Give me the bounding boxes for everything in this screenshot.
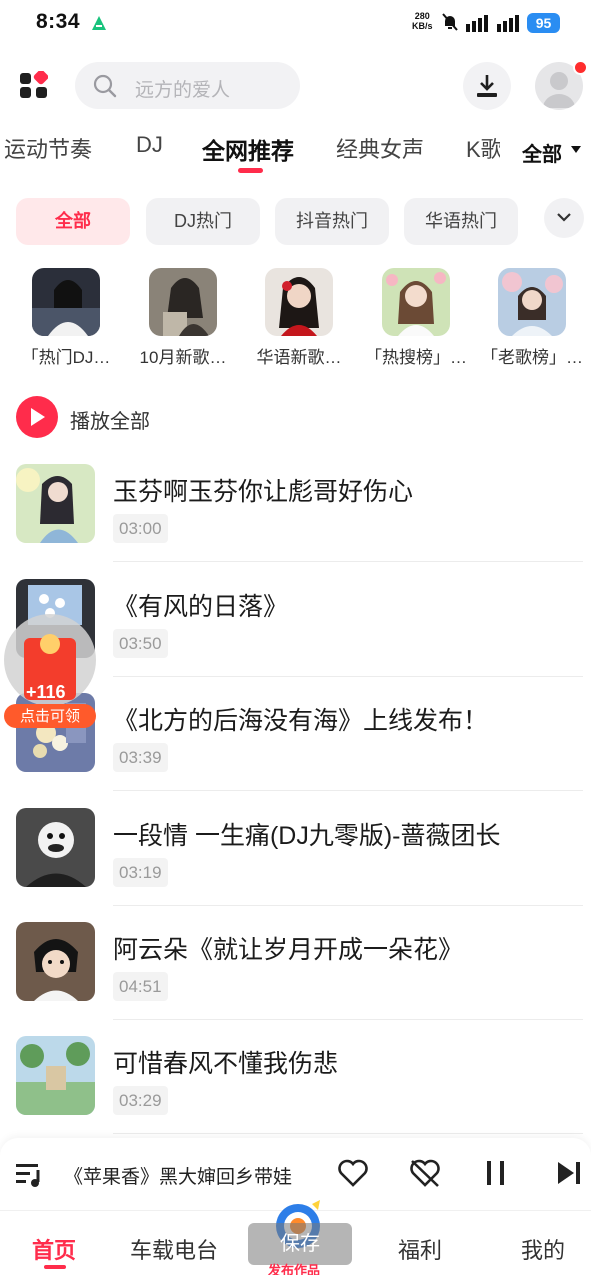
red-packet-claim: 点击可领 <box>19 708 80 725</box>
nav-mine[interactable]: 我的 <box>521 1233 565 1265</box>
chip-douyin-hot[interactable]: 抖音热门 <box>275 198 389 245</box>
playlist-card[interactable]: 「热搜榜」… <box>358 268 474 368</box>
playlist-card[interactable]: 10月新歌… <box>125 268 241 368</box>
song-title: 一段情 一生痛(DJ九零版)-蔷薇团长 <box>113 822 501 850</box>
playlist-name: 「热搜榜」… <box>365 348 467 367</box>
song-title: 阿云朵《就让岁月开成一朵花》 <box>113 936 464 964</box>
nav-welfare[interactable]: 福利 <box>398 1233 442 1265</box>
signal-icon <box>497 15 519 32</box>
pause-icon[interactable] <box>484 1160 508 1186</box>
divider <box>113 790 583 791</box>
playlist-queue-icon[interactable] <box>16 1162 44 1188</box>
mute-bell-icon <box>442 13 458 31</box>
playlist-card[interactable]: 华语新歌… <box>241 268 357 368</box>
search-bar[interactable]: 远方的爱人 <box>75 62 300 109</box>
song-duration: 03:29 <box>113 1086 168 1115</box>
divider <box>113 561 583 562</box>
divider <box>113 1133 583 1134</box>
play-icon <box>31 408 45 426</box>
song-title: 可惜春风不懂我伤悲 <box>113 1050 339 1078</box>
playlist-cover <box>149 268 217 336</box>
notification-dot <box>573 60 588 75</box>
song-cover <box>16 808 95 887</box>
tab-karaoke[interactable]: K歌 <box>466 132 500 164</box>
playlist-name: 10月新歌… <box>139 348 227 367</box>
song-duration: 03:00 <box>113 514 168 543</box>
download-button[interactable] <box>463 62 511 110</box>
network-rate: 280 KB/s <box>412 11 433 31</box>
tab-recommend[interactable]: 全网推荐 <box>202 132 294 166</box>
playlist-name: 「热门DJ… <box>21 348 111 367</box>
playlist-cover <box>382 268 450 336</box>
song-cover <box>16 922 95 1001</box>
chip-all[interactable]: 全部 <box>16 198 130 245</box>
app-notification-icon <box>92 16 106 30</box>
chevron-down-icon <box>557 213 571 222</box>
status-time: 8:34 <box>36 10 81 33</box>
next-track-icon[interactable] <box>557 1161 581 1185</box>
song-row[interactable]: 玉芬啊玉芬你让彪哥好伤心 03:00 <box>0 464 591 578</box>
nav-car-radio[interactable]: 车载电台 <box>130 1233 218 1265</box>
playlist-cover <box>498 268 566 336</box>
playlist-card[interactable]: 「老歌榜」… <box>474 268 590 368</box>
battery-indicator: 95 <box>527 13 560 33</box>
song-row[interactable]: 阿云朵《就让岁月开成一朵花》 04:51 <box>0 922 591 1036</box>
song-duration: 03:19 <box>113 858 168 887</box>
playlist-name: 「老歌榜」… <box>481 348 583 367</box>
song-row[interactable]: 一段情 一生痛(DJ九零版)-蔷薇团长 03:19 <box>0 808 591 922</box>
tab-sport[interactable]: 运动节奏 <box>4 132 92 164</box>
chip-dj-hot[interactable]: DJ热门 <box>146 198 260 245</box>
status-bar: 8:34 280 KB/s 95 <box>0 0 591 46</box>
playlist-cover <box>265 268 333 336</box>
now-playing-title: 《苹果香》黑大婶回乡带娃 <box>64 1167 293 1188</box>
red-packet-float[interactable]: +116 点击可领 <box>4 612 96 728</box>
tab-dj[interactable]: DJ <box>136 132 163 158</box>
play-all-label[interactable]: 播放全部 <box>70 405 150 434</box>
expand-chips-button[interactable] <box>544 198 584 238</box>
search-placeholder: 远方的爱人 <box>135 80 231 101</box>
song-title: 玉芬啊玉芬你让彪哥好伤心 <box>113 478 414 506</box>
save-overlay-button[interactable]: 保存 <box>248 1223 352 1265</box>
search-icon <box>93 74 117 98</box>
divider <box>113 676 583 677</box>
caret-down-icon[interactable] <box>571 146 581 153</box>
active-tab-indicator <box>238 168 263 173</box>
divider <box>113 1019 583 1020</box>
active-nav-indicator <box>44 1265 66 1269</box>
song-cover <box>16 464 95 543</box>
publish-label[interactable]: 发布作品 <box>268 1260 320 1275</box>
playlist-cover <box>32 268 100 336</box>
divider <box>113 905 583 906</box>
all-categories-button[interactable]: 全部 <box>522 138 562 167</box>
song-duration: 04:51 <box>113 972 168 1001</box>
song-duration: 03:50 <box>113 629 168 658</box>
signal-icon <box>466 15 488 32</box>
song-cover <box>16 1036 95 1115</box>
apps-grid-icon[interactable] <box>20 71 48 99</box>
song-title: 《北方的后海没有海》上线发布！ <box>113 707 489 735</box>
song-duration: 03:39 <box>113 743 168 772</box>
nav-home[interactable]: 首页 <box>32 1233 76 1265</box>
dislike-heart-icon[interactable] <box>409 1158 441 1188</box>
chip-chinese-hot[interactable]: 华语热门 <box>404 198 518 245</box>
tab-female-vocal[interactable]: 经典女声 <box>336 132 424 164</box>
playlist-name: 华语新歌… <box>256 348 342 367</box>
song-title: 《有风的日落》 <box>113 593 289 621</box>
play-all-button[interactable] <box>16 396 58 438</box>
download-icon <box>477 75 497 97</box>
song-row[interactable]: 可惜春风不懂我伤悲 03:29 <box>0 1036 591 1150</box>
heart-icon[interactable] <box>338 1159 368 1187</box>
playlist-card[interactable]: 「热门DJ… <box>8 268 124 368</box>
red-packet-amount: +116 <box>26 682 66 702</box>
